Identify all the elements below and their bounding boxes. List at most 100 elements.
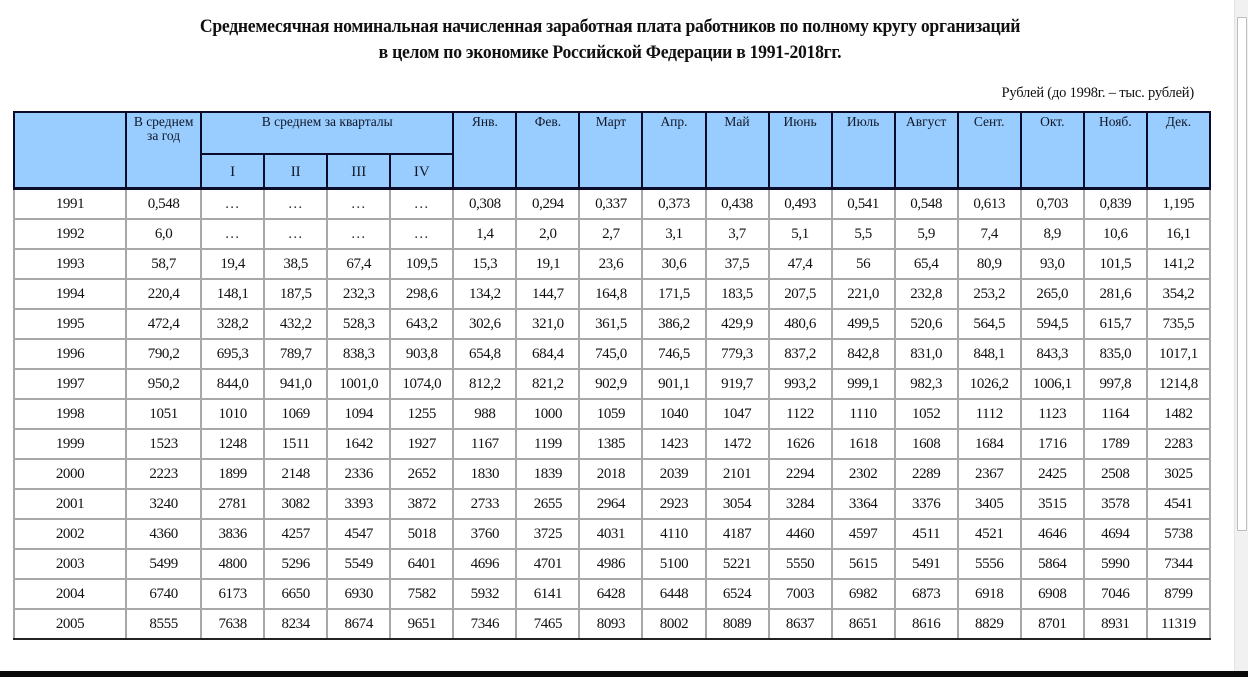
month-cell: 1839: [515, 458, 581, 490]
annual-avg-cell: 58,7: [125, 248, 203, 280]
header-quarters-group: В среднем за кварталы: [200, 111, 455, 155]
month-cell: 2655: [515, 488, 581, 520]
month-cell: 480,6: [767, 308, 833, 340]
quarter-cell: 148,1: [200, 278, 266, 310]
month-cell: 1167: [452, 428, 518, 460]
quarter-cell: 3872: [389, 488, 455, 520]
quarter-cell: 3082: [263, 488, 329, 520]
month-cell: 207,5: [767, 278, 833, 310]
table-row: 1995 472,4 328,2 432,2 528,3 643,2 302,6 321,0 3…: [12, 308, 1212, 340]
year-cell: 1997: [12, 368, 128, 400]
annual-avg-cell: 2223: [125, 458, 203, 490]
table-row: 2002 4360 3836 4257 4547 5018 3760 3725 4031 4110…: [12, 518, 1212, 550]
table-row: 1991 0,548………… 0,308 0,294 0,337 0,373 0,438 0,…: [12, 187, 1212, 220]
month-cell: 1047: [704, 398, 770, 430]
month-cell: 988: [452, 398, 518, 430]
month-cell: 2289: [893, 458, 959, 490]
month-cell: 2294: [767, 458, 833, 490]
month-cell: 2733: [452, 488, 518, 520]
month-cell: 8637: [767, 608, 833, 640]
month-cell: 47,4: [767, 248, 833, 280]
quarter-cell: 5296: [263, 548, 329, 580]
month-cell: 3405: [956, 488, 1022, 520]
month-cell: 265,0: [1019, 278, 1085, 310]
quarter-cell: 3836: [200, 518, 266, 550]
month-cell: 654,8: [452, 338, 518, 370]
month-cell: 848,1: [956, 338, 1022, 370]
month-cell: 6448: [641, 578, 707, 610]
annual-avg-cell: 1051: [125, 398, 203, 430]
month-cell: 564,5: [956, 308, 1022, 340]
month-cell: 0,373: [641, 187, 707, 220]
month-cell: 5,1: [767, 218, 833, 250]
quarter-cell: 1001,0: [326, 368, 392, 400]
month-cell: 8799: [1145, 578, 1212, 610]
year-cell: 1992: [12, 218, 128, 250]
annual-avg-cell: 220,4: [125, 278, 203, 310]
month-cell: 1059: [578, 398, 644, 430]
annual-avg-cell: 8555: [125, 608, 203, 640]
month-cell: 8931: [1082, 608, 1148, 640]
quarter-cell: 643,2: [389, 308, 455, 340]
table-row: 2005 8555 7638 8234 8674 9651 7346 7465 8093 8002…: [12, 608, 1212, 640]
month-cell: 615,7: [1082, 308, 1148, 340]
month-cell: 7344: [1145, 548, 1212, 580]
month-cell: 5738: [1145, 518, 1212, 550]
month-cell: 7046: [1082, 578, 1148, 610]
annual-avg-cell: 0,548: [125, 187, 203, 220]
month-cell: 0,493: [767, 187, 833, 220]
units-note: Рублей (до 1998г. – тыс. рублей): [1001, 85, 1195, 101]
table-body: 1991 0,548………… 0,308 0,294 0,337 0,373 0,438 0,…: [12, 187, 1212, 640]
month-cell: 3364: [830, 488, 896, 520]
month-cell: 5,5: [830, 218, 896, 250]
quarter-cell: …: [326, 218, 392, 250]
bottom-edge-bar: [0, 671, 1248, 677]
table-row: 1998 1051 1010 1069 1094 1255 988 1000 1059 1040 1…: [12, 398, 1212, 430]
quarter-cell: 1010: [200, 398, 266, 430]
month-cell: 321,0: [515, 308, 581, 340]
month-cell: 2302: [830, 458, 896, 490]
quarter-cell: 5549: [326, 548, 392, 580]
month-cell: 1026,2: [956, 368, 1022, 400]
month-cell: 1052: [893, 398, 959, 430]
month-cell: 2923: [641, 488, 707, 520]
month-cell: 1000: [515, 398, 581, 430]
month-cell: 253,2: [956, 278, 1022, 310]
table-row: 2003 5499 4800 5296 5549 6401 4696 4701 4986 5100…: [12, 548, 1212, 580]
header-month: Март: [578, 111, 644, 190]
header-month: Июль: [830, 111, 896, 190]
month-cell: 23,6: [578, 248, 644, 280]
month-cell: 56: [830, 248, 896, 280]
month-cell: 0,839: [1082, 187, 1148, 220]
month-cell: 7003: [767, 578, 833, 610]
month-cell: 8089: [704, 608, 770, 640]
quarter-cell: 6401: [389, 548, 455, 580]
vertical-scrollbar[interactable]: [1234, 0, 1248, 671]
header-month: Август: [893, 111, 959, 190]
month-cell: 1684: [956, 428, 1022, 460]
quarter-cell: …: [389, 218, 455, 250]
month-cell: 520,6: [893, 308, 959, 340]
month-cell: 361,5: [578, 308, 644, 340]
annual-avg-cell: 950,2: [125, 368, 203, 400]
month-cell: 4646: [1019, 518, 1085, 550]
month-cell: 4511: [893, 518, 959, 550]
quarter-cell: 2336: [326, 458, 392, 490]
quarter-cell: 432,2: [263, 308, 329, 340]
month-cell: 2367: [956, 458, 1022, 490]
month-cell: 4187: [704, 518, 770, 550]
month-cell: 1626: [767, 428, 833, 460]
scrollbar-thumb[interactable]: [1237, 17, 1247, 531]
quarter-cell: …: [389, 187, 455, 220]
quarter-cell: 328,2: [200, 308, 266, 340]
month-cell: 1040: [641, 398, 707, 430]
month-cell: 6982: [830, 578, 896, 610]
month-cell: 1122: [767, 398, 833, 430]
quarter-cell: 1094: [326, 398, 392, 430]
month-cell: 1006,1: [1019, 368, 1085, 400]
month-cell: 0,703: [1019, 187, 1085, 220]
month-cell: 8002: [641, 608, 707, 640]
month-cell: 5864: [1019, 548, 1085, 580]
month-cell: 6428: [578, 578, 644, 610]
month-cell: 2,7: [578, 218, 644, 250]
